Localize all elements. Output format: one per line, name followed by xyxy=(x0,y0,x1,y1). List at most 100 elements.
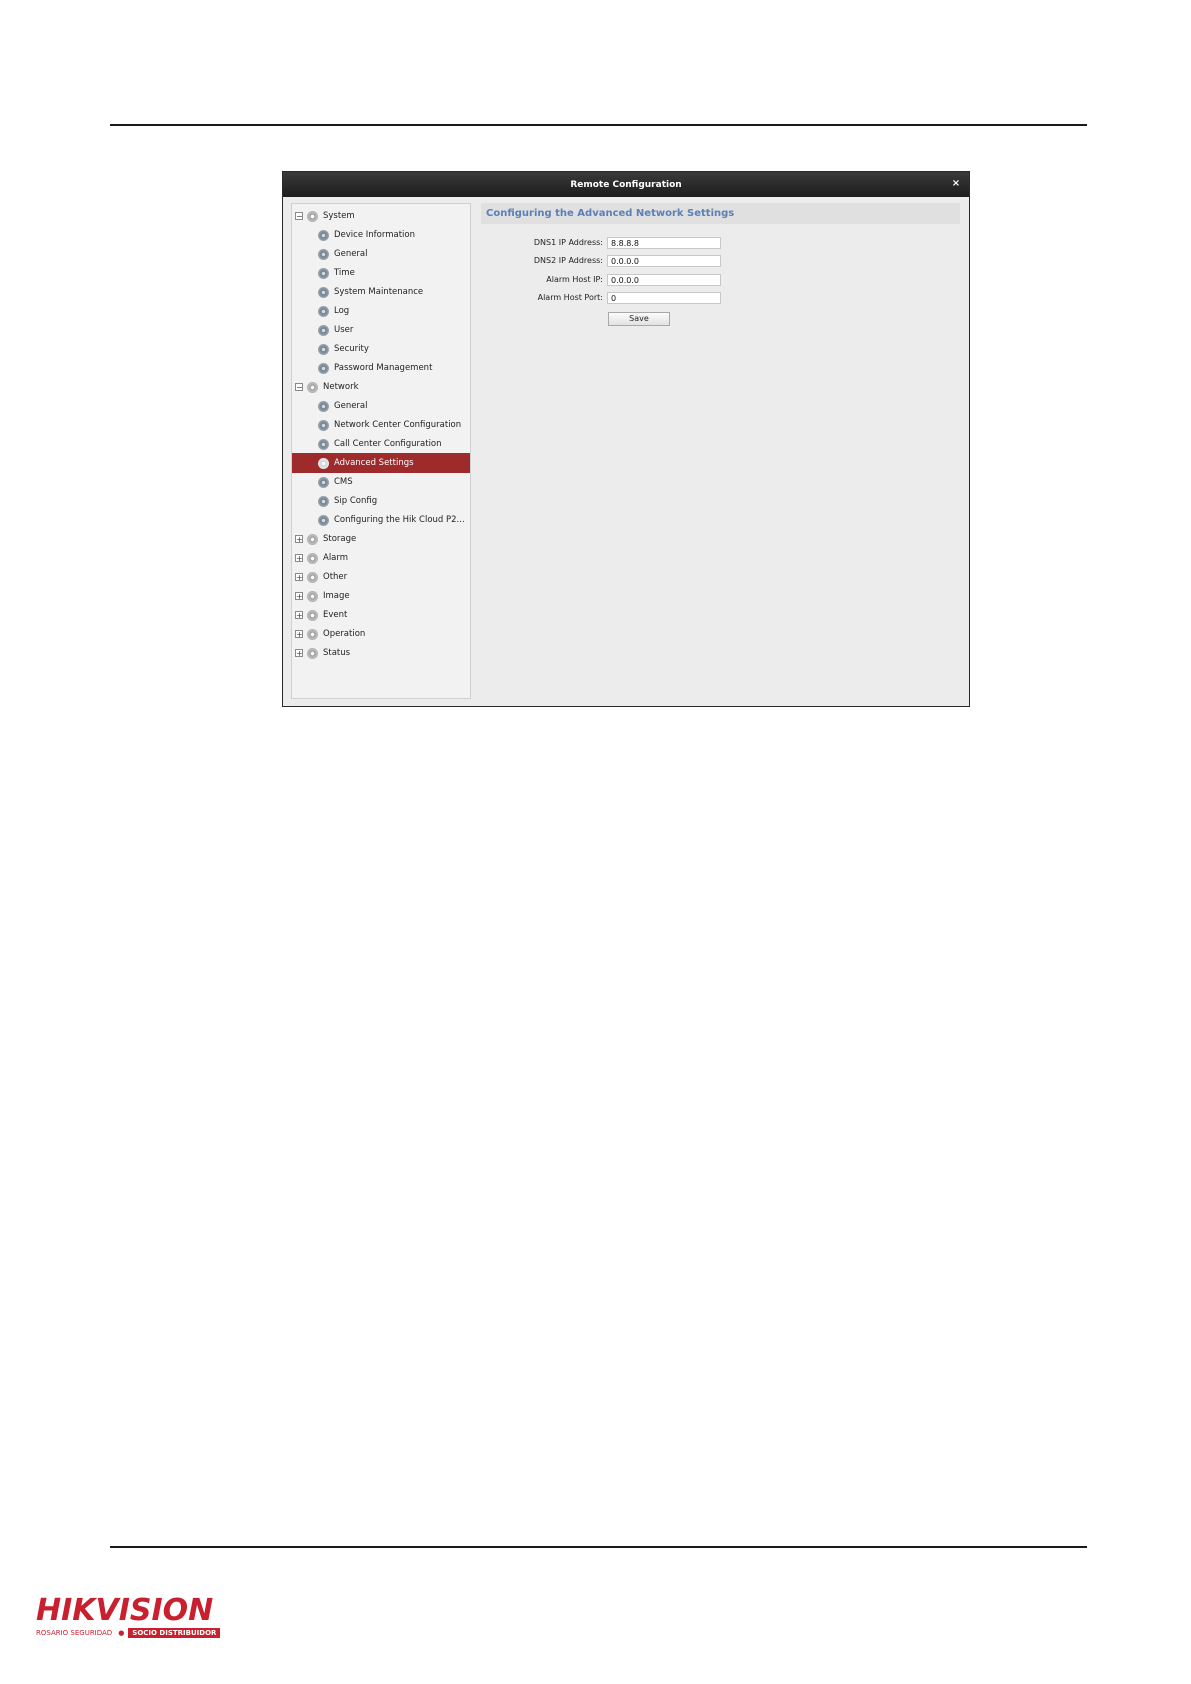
expand-icon[interactable]: + xyxy=(295,611,303,620)
tree-group-status[interactable]: + Status xyxy=(292,643,470,663)
gear-group-icon xyxy=(307,210,318,222)
tree-item-call-center-configuration[interactable]: Call Center Configuration xyxy=(292,434,470,454)
tree-item-label: General xyxy=(334,249,368,259)
tree-item-label: Time xyxy=(334,268,355,278)
hikvision-logo: HIKVISION ROSARIO SEGURIDAD ● SOCIO DIST… xyxy=(36,1593,221,1638)
tree-item-security[interactable]: Security xyxy=(292,339,470,359)
gear-icon xyxy=(318,438,329,450)
tree-item-user[interactable]: User xyxy=(292,320,470,340)
tree-item-label: Network Center Configuration xyxy=(334,420,462,430)
collapse-icon[interactable]: − xyxy=(295,383,303,392)
tree-group-storage[interactable]: + Storage xyxy=(292,529,470,549)
tree-item-advanced-settings[interactable]: Advanced Settings xyxy=(292,453,470,473)
tree-group-label: Operation xyxy=(323,629,366,639)
gear-icon xyxy=(318,514,329,526)
gear-group-icon xyxy=(307,533,318,545)
config-tree: − System Device Information General Time… xyxy=(291,203,471,699)
page-top-rule xyxy=(110,124,1087,126)
tree-group-label: Image xyxy=(323,591,350,601)
gear-icon xyxy=(318,457,329,469)
remote-configuration-window: Remote Configuration × − System Device I… xyxy=(282,171,970,707)
tree-item-label: Call Center Configuration xyxy=(334,439,442,449)
tree-item-device-information[interactable]: Device Information xyxy=(292,225,470,245)
save-button[interactable]: Save xyxy=(608,312,670,326)
dns2-ip-input[interactable] xyxy=(607,255,721,267)
gear-icon xyxy=(318,343,329,355)
section-title: Configuring the Advanced Network Setting… xyxy=(481,203,960,224)
gear-group-icon xyxy=(307,609,318,621)
logo-tagline: ROSARIO SEGURIDAD ● SOCIO DISTRIBUIDOR xyxy=(36,1628,221,1638)
expand-icon[interactable]: + xyxy=(295,554,303,563)
tree-group-label: Network xyxy=(323,382,359,392)
tree-item-label: Log xyxy=(334,306,350,316)
gear-icon xyxy=(318,229,329,241)
tree-item-system-maintenance[interactable]: System Maintenance xyxy=(292,282,470,302)
gear-group-icon xyxy=(307,590,318,602)
logo-left-tag: ROSARIO SEGURIDAD xyxy=(36,1629,113,1637)
tree-item-label: User xyxy=(334,325,354,335)
dns2-label: DNS2 IP Address: xyxy=(533,256,603,265)
gear-icon xyxy=(318,495,329,507)
tree-group-network[interactable]: − Network xyxy=(292,377,470,397)
page-bottom-rule xyxy=(110,1546,1087,1548)
tree-item-password-management[interactable]: Password Management xyxy=(292,358,470,378)
tree-group-other[interactable]: + Other xyxy=(292,567,470,587)
expand-icon[interactable]: + xyxy=(295,592,303,601)
tree-item-label: Sip Config xyxy=(334,496,378,506)
tree-item-label: Configuring the Hik Cloud P2... xyxy=(334,515,465,525)
tree-item-time[interactable]: Time xyxy=(292,263,470,283)
logo-right-tag: SOCIO DISTRIBUIDOR xyxy=(128,1628,221,1638)
tree-group-label: Alarm xyxy=(323,553,349,563)
gear-icon xyxy=(318,286,329,298)
tree-item-log[interactable]: Log xyxy=(292,301,470,321)
gear-group-icon xyxy=(307,552,318,564)
tree-group-operation[interactable]: + Operation xyxy=(292,624,470,644)
gear-group-icon xyxy=(307,628,318,640)
expand-icon[interactable]: + xyxy=(295,535,303,544)
tree-item-cms[interactable]: CMS xyxy=(292,472,470,492)
tree-item-hik-cloud-p2p[interactable]: Configuring the Hik Cloud P2... xyxy=(292,510,470,530)
alarm-host-port-input[interactable] xyxy=(607,292,721,304)
tree-item-label: System Maintenance xyxy=(334,287,424,297)
expand-icon[interactable]: + xyxy=(295,630,303,639)
tree-group-image[interactable]: + Image xyxy=(292,586,470,606)
collapse-icon[interactable]: − xyxy=(295,212,303,221)
expand-icon[interactable]: + xyxy=(295,573,303,582)
tree-group-system[interactable]: − System xyxy=(292,206,470,226)
alarm-host-port-label: Alarm Host Port: xyxy=(537,293,603,302)
dns1-ip-input[interactable] xyxy=(607,237,721,249)
gear-group-icon xyxy=(307,571,318,583)
window-titlebar: Remote Configuration × xyxy=(283,172,969,197)
close-icon[interactable]: × xyxy=(949,177,963,191)
tree-item-label: Password Management xyxy=(334,363,433,373)
gear-icon xyxy=(318,267,329,279)
window-title: Remote Configuration xyxy=(570,179,682,190)
tree-group-label: Status xyxy=(323,648,351,658)
tree-item-label: Security xyxy=(334,344,369,354)
alarm-host-ip-input[interactable] xyxy=(607,274,721,286)
tree-group-event[interactable]: + Event xyxy=(292,605,470,625)
gear-group-icon xyxy=(307,647,318,659)
brand-wordmark: HIKVISION xyxy=(36,1593,214,1628)
dns1-label: DNS1 IP Address: xyxy=(533,238,603,247)
tree-group-alarm[interactable]: + Alarm xyxy=(292,548,470,568)
alarm-host-ip-label: Alarm Host IP: xyxy=(546,275,603,284)
tree-item-sip-config[interactable]: Sip Config xyxy=(292,491,470,511)
tree-group-label: Storage xyxy=(323,534,357,544)
tree-item-network-center-configuration[interactable]: Network Center Configuration xyxy=(292,415,470,435)
tree-item-network-general[interactable]: General xyxy=(292,396,470,416)
gear-icon xyxy=(318,248,329,260)
gear-group-icon xyxy=(307,381,318,393)
gear-icon xyxy=(318,362,329,374)
gear-icon xyxy=(318,324,329,336)
expand-icon[interactable]: + xyxy=(295,649,303,658)
gear-icon xyxy=(318,419,329,431)
gear-icon xyxy=(318,400,329,412)
tree-item-general[interactable]: General xyxy=(292,244,470,264)
tree-item-label: Advanced Settings xyxy=(334,458,414,468)
tree-group-label: Other xyxy=(323,572,348,582)
logo-dot: ● xyxy=(118,1629,125,1637)
gear-icon xyxy=(318,476,329,488)
tree-group-label: System xyxy=(323,211,355,221)
tree-group-label: Event xyxy=(323,610,348,620)
